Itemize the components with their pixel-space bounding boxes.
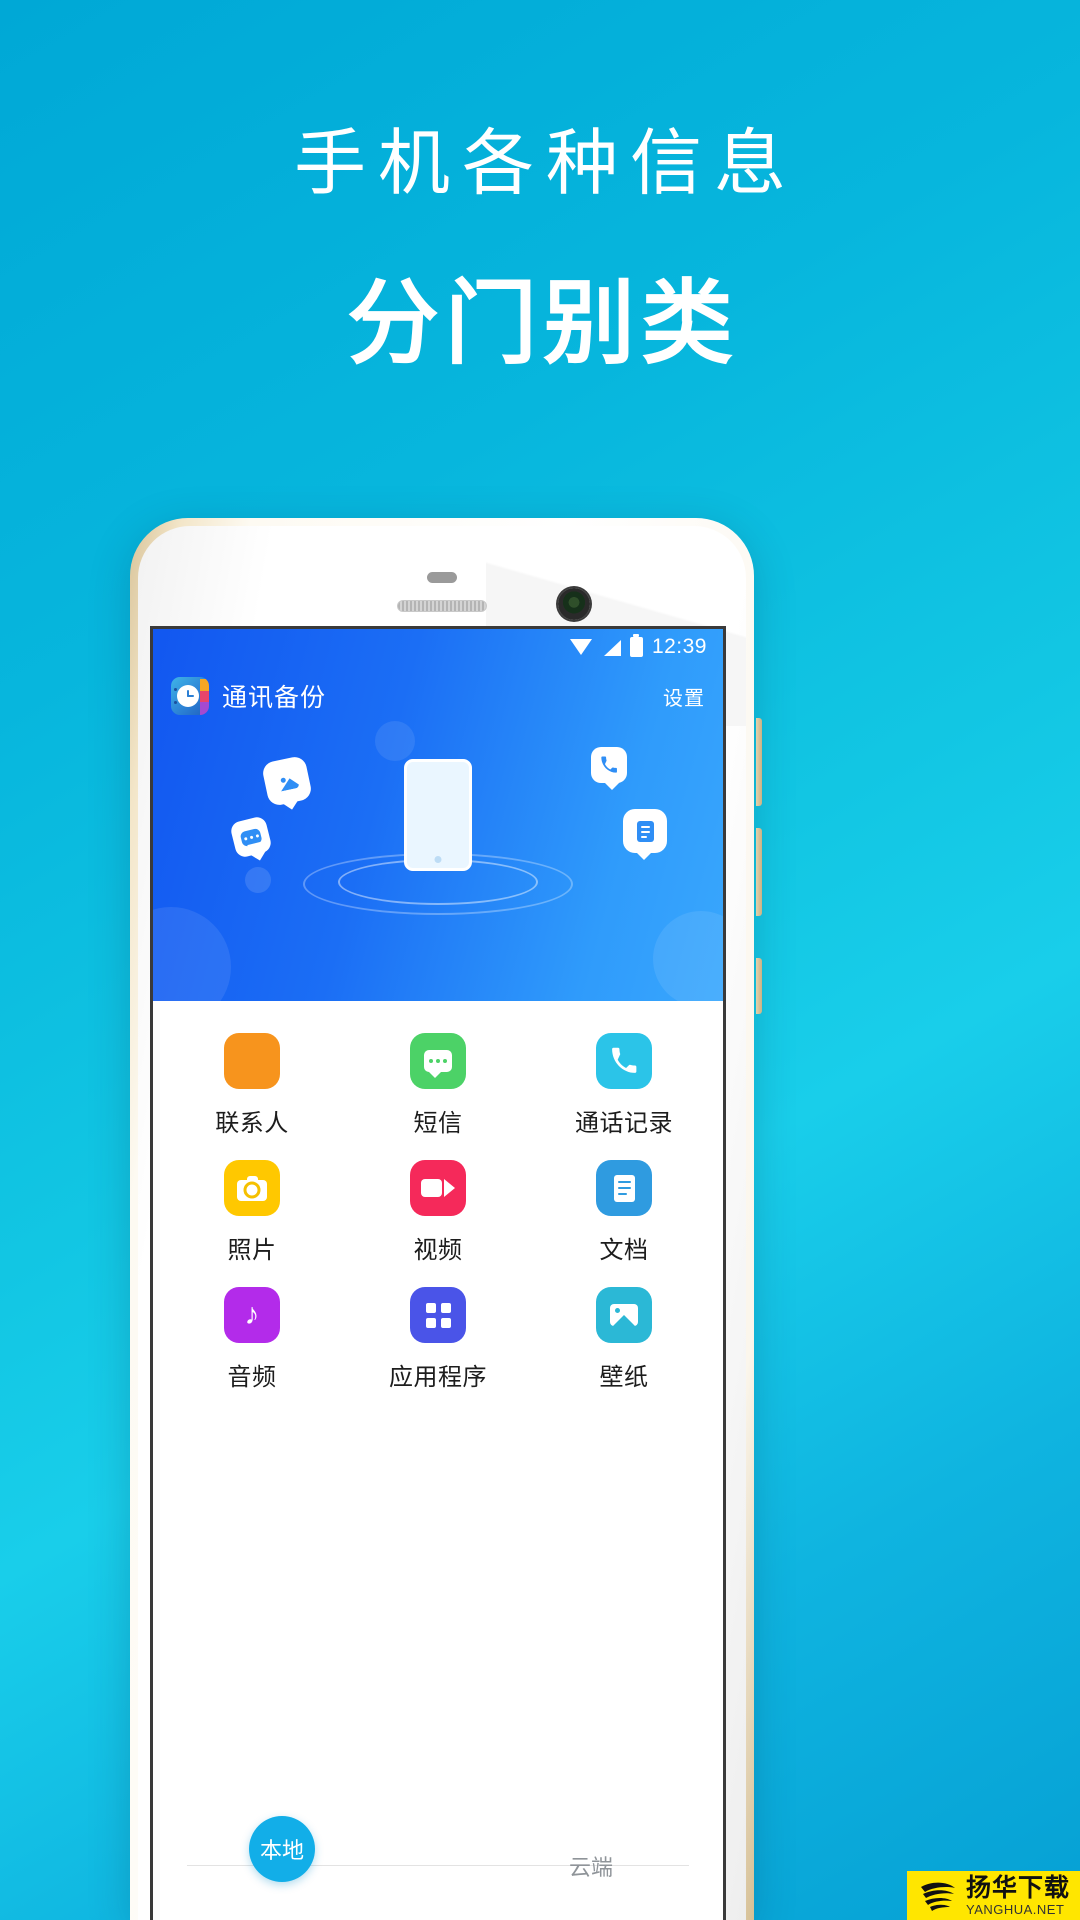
tab-cloud[interactable]: 云端 xyxy=(569,1850,613,1882)
contacts-icon xyxy=(224,1033,280,1089)
grid-item-wallpaper[interactable]: 壁纸 xyxy=(531,1287,717,1392)
video-icon xyxy=(410,1160,466,1216)
image-chip-icon xyxy=(260,754,314,808)
headline-line-2: 分门别类 xyxy=(346,273,739,375)
grid-item-label: 视频 xyxy=(413,1237,463,1264)
hero-illustration xyxy=(153,741,723,989)
front-camera-icon xyxy=(558,588,590,620)
grid-item-label: 照片 xyxy=(227,1237,277,1264)
grid-item-label: 文档 xyxy=(599,1237,649,1264)
phone-bezel: 12:39 通讯备份 设置 联系人 短信 通话记录 照片 视频 文档 ♪ 音频 … xyxy=(138,526,746,1920)
category-grid: 联系人 短信 通话记录 照片 视频 文档 ♪ 音频 应用程序 壁纸 xyxy=(153,1001,723,1392)
document-chip-icon xyxy=(623,809,667,860)
earpiece-speaker-icon xyxy=(397,600,487,612)
signal-icon xyxy=(602,639,621,656)
grid-item-sms[interactable]: 短信 xyxy=(345,1033,531,1138)
grid-item-audio[interactable]: ♪ 音频 xyxy=(159,1287,345,1392)
wallpaper-icon xyxy=(596,1287,652,1343)
wifi-icon xyxy=(569,638,593,656)
contacts-clock-icon xyxy=(171,677,209,715)
grid-item-label: 壁纸 xyxy=(599,1364,649,1391)
grid-item-label: 应用程序 xyxy=(389,1364,487,1391)
call-chip-icon xyxy=(591,747,627,790)
site-watermark: 扬华下载 YANGHUA.NET xyxy=(906,1871,1080,1920)
bottom-tab-bar: 本地 云端 xyxy=(153,1810,723,1920)
grid-item-videos[interactable]: 视频 xyxy=(345,1160,531,1265)
app-title: 通讯备份 xyxy=(222,684,327,712)
grid-item-label: 短信 xyxy=(413,1110,463,1137)
grid-item-label: 通话记录 xyxy=(575,1110,673,1137)
grid-item-label: 联系人 xyxy=(215,1110,289,1137)
camera-icon xyxy=(224,1160,280,1216)
watermark-text: 扬华下载 YANGHUA.NET xyxy=(965,1874,1070,1917)
status-bar-clock: 12:39 xyxy=(651,635,707,658)
phone-screen: 12:39 通讯备份 设置 联系人 短信 通话记录 照片 视频 文档 ♪ 音频 … xyxy=(150,626,726,1920)
sms-chip-icon xyxy=(229,815,273,859)
music-icon: ♪ xyxy=(224,1287,280,1343)
apps-grid-icon xyxy=(410,1287,466,1343)
phone-mockup: 12:39 通讯备份 设置 联系人 短信 通话记录 照片 视频 文档 ♪ 音频 … xyxy=(130,518,762,1920)
call-log-icon xyxy=(596,1033,652,1089)
settings-button[interactable]: 设置 xyxy=(663,682,705,711)
status-bar: 12:39 xyxy=(153,629,723,665)
grid-item-label: 音频 xyxy=(227,1364,277,1391)
volume-up-button[interactable] xyxy=(756,718,762,806)
volume-down-button[interactable] xyxy=(756,828,762,916)
proximity-sensor-icon xyxy=(427,572,457,583)
yanghua-logo-icon xyxy=(917,1879,959,1913)
headline-line-1: 手机各种信息 xyxy=(293,124,798,204)
app-bar: 通讯备份 设置 xyxy=(153,665,723,727)
battery-icon xyxy=(629,637,643,657)
tab-local[interactable]: 本地 xyxy=(249,1816,315,1882)
promo-headline: 手机各种信息 分门别类 xyxy=(0,0,1080,370)
grid-item-documents[interactable]: 文档 xyxy=(531,1160,717,1265)
app-hero-header: 12:39 通讯备份 设置 xyxy=(153,629,723,1001)
watermark-en: YANGHUA.NET xyxy=(965,1902,1065,1917)
message-icon xyxy=(410,1033,466,1089)
grid-item-apps[interactable]: 应用程序 xyxy=(345,1287,531,1392)
grid-item-contacts[interactable]: 联系人 xyxy=(159,1033,345,1138)
watermark-cn: 扬华下载 xyxy=(965,1874,1070,1902)
power-button[interactable] xyxy=(756,958,762,1014)
grid-item-call-log[interactable]: 通话记录 xyxy=(531,1033,717,1138)
smartphone-illustration xyxy=(404,759,472,871)
grid-item-photos[interactable]: 照片 xyxy=(159,1160,345,1265)
document-icon xyxy=(596,1160,652,1216)
